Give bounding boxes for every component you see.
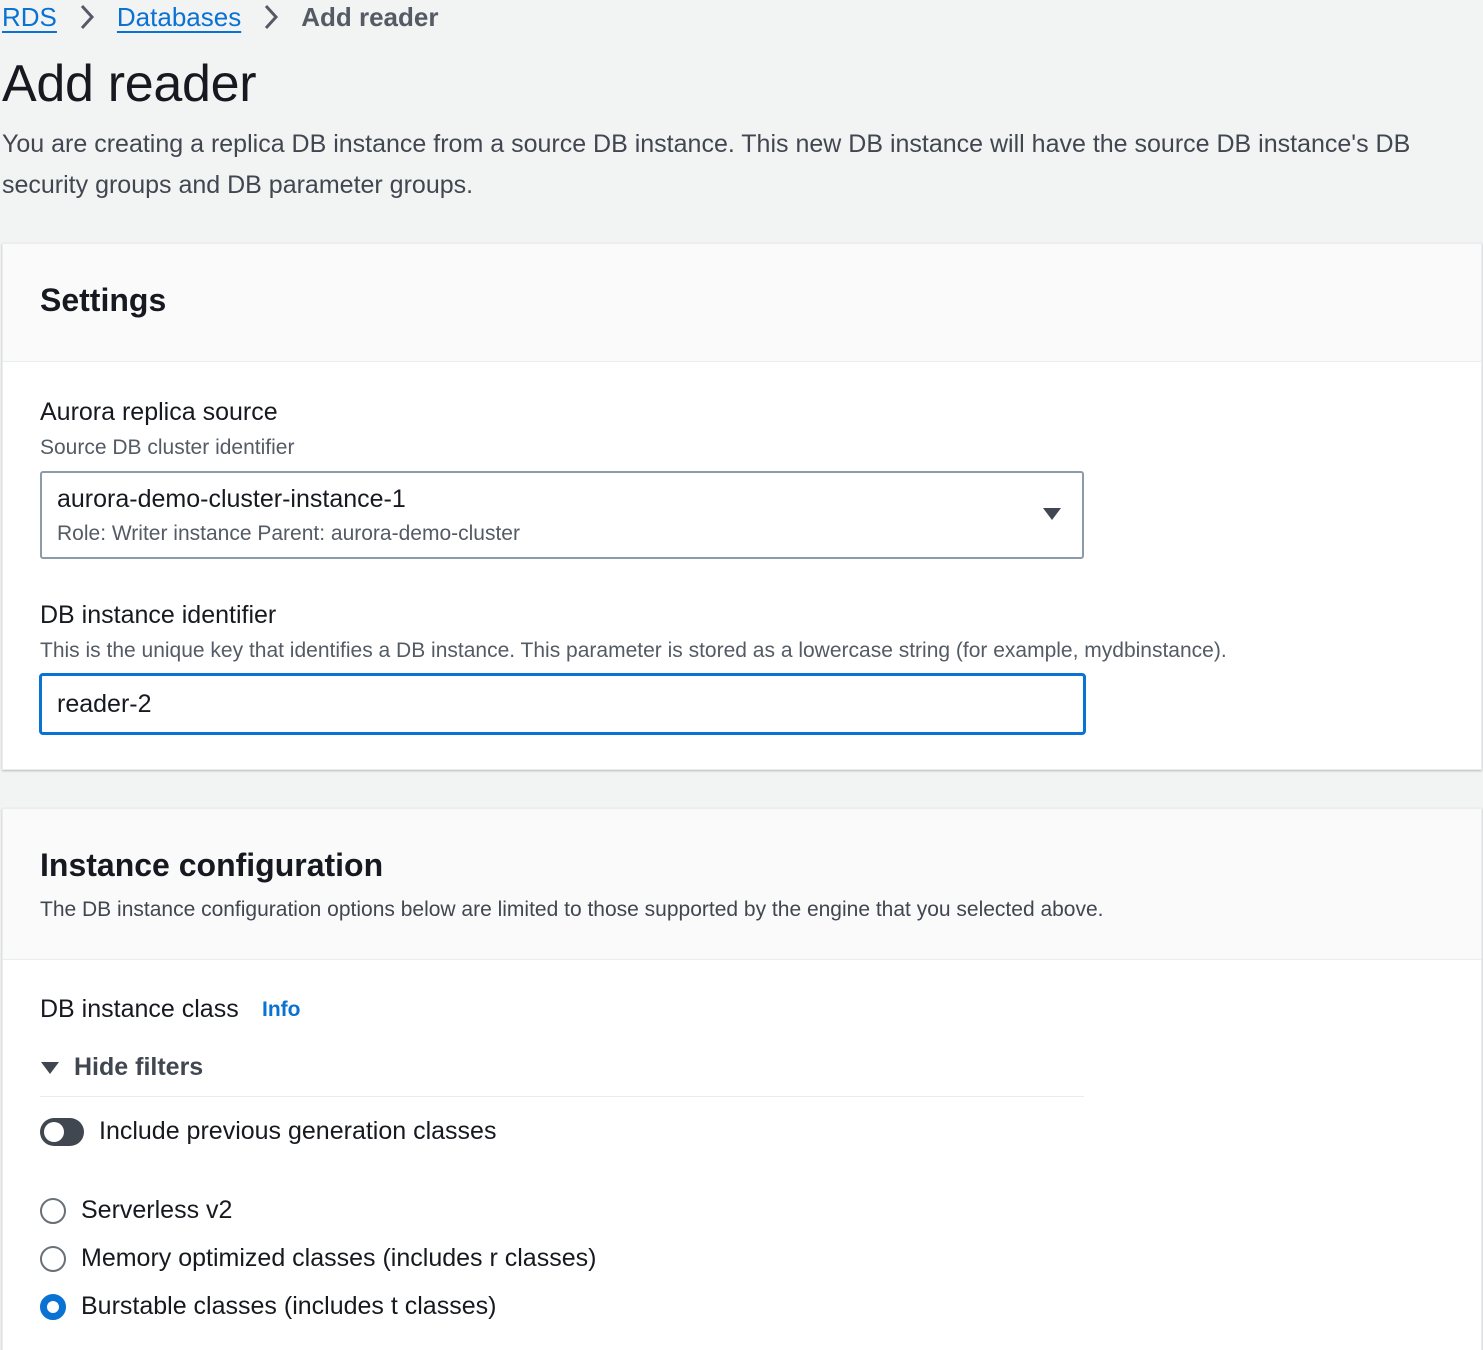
- previous-generation-toggle-row: Include previous generation classes: [40, 1117, 496, 1146]
- breadcrumb-link-databases[interactable]: Databases: [117, 2, 241, 33]
- breadcrumb: RDS Databases Add reader: [2, 0, 438, 34]
- settings-panel-header: Settings: [3, 244, 1481, 362]
- radio-button-memory-optimized[interactable]: [40, 1245, 66, 1272]
- radio-option-serverless[interactable]: Serverless v2: [40, 1196, 232, 1225]
- caret-down-icon: [1042, 507, 1062, 526]
- settings-panel: Settings Aurora replica source Source DB…: [2, 243, 1482, 770]
- breadcrumb-link-rds[interactable]: RDS: [2, 2, 57, 33]
- instance-identifier-input[interactable]: [39, 673, 1086, 735]
- radio-button-burstable[interactable]: [40, 1293, 66, 1320]
- replica-source-selected-meta: Role: Writer instance Parent: aurora-dem…: [57, 522, 520, 545]
- page-title: Add reader: [2, 55, 257, 113]
- instance-configuration-header: Instance configuration The DB instance c…: [3, 809, 1481, 960]
- page-description: You are creating a replica DB instance f…: [2, 130, 1411, 199]
- chevron-right-icon: [241, 4, 301, 30]
- instance-class-label: DB instance class: [40, 995, 239, 1023]
- radio-button-serverless[interactable]: [40, 1197, 66, 1224]
- replica-source-label: Aurora replica source: [40, 398, 278, 426]
- previous-generation-toggle-label: Include previous generation classes: [99, 1117, 497, 1145]
- hide-filters-toggle[interactable]: Hide filters: [40, 1053, 203, 1082]
- radio-label-serverless: Serverless v2: [81, 1196, 233, 1224]
- info-link[interactable]: Info: [262, 998, 300, 1022]
- caret-down-icon: [40, 1053, 60, 1082]
- replica-source-select[interactable]: aurora-demo-cluster-instance-1 Role: Wri…: [40, 471, 1084, 559]
- settings-title: Settings: [40, 282, 167, 318]
- instance-identifier-label: DB instance identifier: [40, 601, 277, 629]
- hide-filters-label: Hide filters: [74, 1053, 204, 1081]
- radio-label-memory-optimized: Memory optimized classes (includes r cla…: [81, 1244, 597, 1272]
- instance-configuration-subtitle: The DB instance configuration options be…: [40, 898, 1104, 921]
- breadcrumb-current: Add reader: [301, 1, 439, 32]
- replica-source-description: Source DB cluster identifier: [40, 436, 295, 459]
- filters-divider: [40, 1096, 1084, 1097]
- instance-identifier-description: This is the unique key that identifies a…: [40, 639, 1227, 662]
- radio-option-memory-optimized[interactable]: Memory optimized classes (includes r cla…: [40, 1244, 596, 1273]
- toggle-knob: [44, 1121, 64, 1142]
- radio-label-burstable: Burstable classes (includes t classes): [81, 1292, 497, 1320]
- radio-option-burstable[interactable]: Burstable classes (includes t classes): [40, 1292, 496, 1321]
- instance-configuration-title: Instance configuration: [40, 847, 384, 883]
- chevron-right-icon: [57, 4, 117, 30]
- instance-configuration-panel: Instance configuration The DB instance c…: [2, 808, 1482, 1350]
- page: RDS Databases Add reader Add reader You …: [0, 0, 1483, 1350]
- replica-source-selected-value: aurora-demo-cluster-instance-1: [57, 485, 406, 513]
- previous-generation-toggle[interactable]: [40, 1117, 84, 1146]
